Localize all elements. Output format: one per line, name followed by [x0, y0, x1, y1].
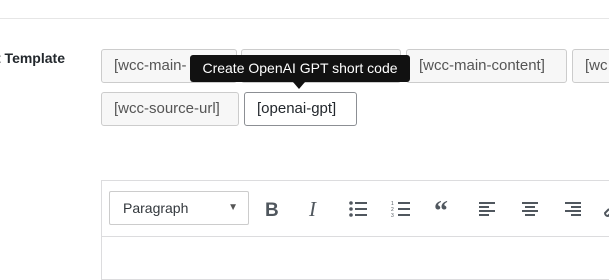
- shortcode-button-source-url[interactable]: [wcc-source-url]: [101, 92, 239, 126]
- align-left-icon[interactable]: [473, 195, 501, 223]
- bulleted-list-icon[interactable]: [344, 195, 372, 223]
- tooltip: Create OpenAI GPT short code: [190, 55, 410, 82]
- format-select-value: Paragraph: [123, 200, 189, 216]
- svg-text:“: “: [434, 200, 448, 218]
- dropdown-arrow-icon: ▼: [228, 202, 238, 213]
- blockquote-icon[interactable]: “: [430, 195, 458, 223]
- shortcode-button-openai-gpt[interactable]: [openai-gpt]: [244, 92, 357, 126]
- bold-icon[interactable]: B: [258, 195, 286, 223]
- section-divider: [0, 18, 609, 19]
- svg-text:I: I: [308, 200, 317, 218]
- link-icon[interactable]: [600, 195, 609, 223]
- field-label: t Template: [0, 50, 65, 66]
- editor-toolbar: Paragraph ▼ B I 1 2 3 “: [102, 181, 609, 237]
- numbered-list-icon[interactable]: 1 2 3: [387, 195, 415, 223]
- svg-text:B: B: [265, 200, 279, 218]
- tooltip-arrow: [293, 82, 305, 89]
- content-editor[interactable]: Paragraph ▼ B I 1 2 3 “: [101, 180, 609, 280]
- align-right-icon[interactable]: [559, 195, 587, 223]
- italic-icon[interactable]: I: [301, 195, 329, 223]
- shortcode-button-main-content[interactable]: [wcc-main-content]: [406, 49, 567, 83]
- svg-text:3: 3: [391, 213, 394, 218]
- shortcode-button-cut-off[interactable]: [wc: [572, 49, 609, 83]
- paragraph-format-select[interactable]: Paragraph ▼: [109, 191, 249, 225]
- align-center-icon[interactable]: [516, 195, 544, 223]
